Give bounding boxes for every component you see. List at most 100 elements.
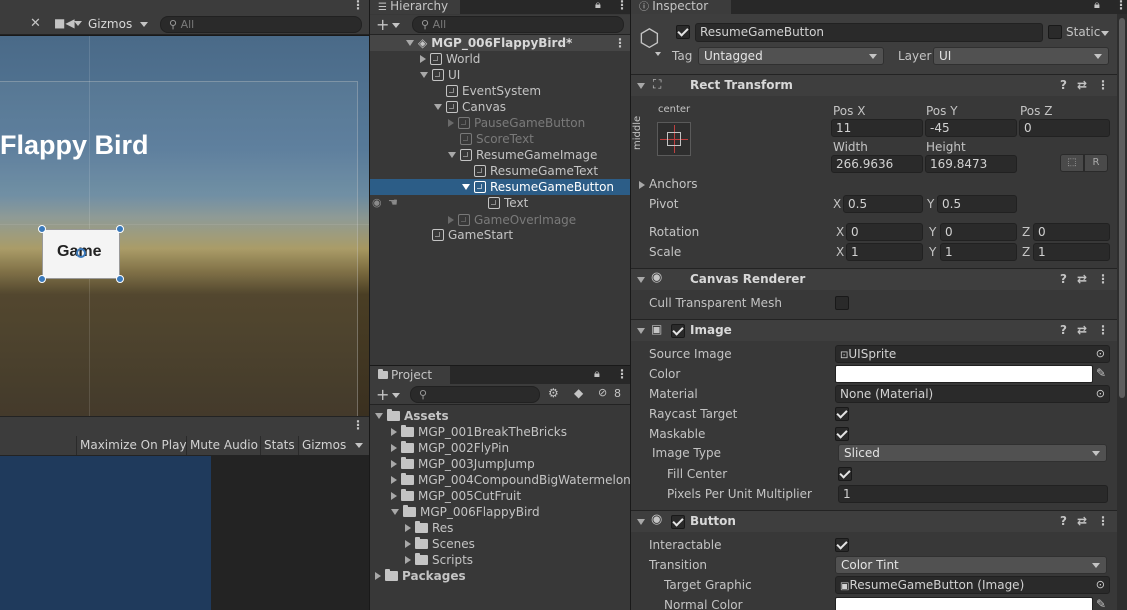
target-graphic-field[interactable]: ▣ResumeGameButton (Image) ⊙	[835, 576, 1110, 594]
expand-icon[interactable]	[391, 428, 397, 436]
tag-dropdown[interactable]: Untagged	[698, 47, 884, 65]
hierarchy-item-resumegamebutton[interactable]: ResumeGameButton	[370, 179, 630, 195]
scene-resume-button[interactable]: Game	[42, 229, 120, 279]
image-enabled-checkbox[interactable]	[671, 324, 685, 338]
filter-by-type-icon[interactable]: ⚙	[548, 386, 559, 400]
expand-icon[interactable]	[448, 152, 456, 158]
project-item-mgp001[interactable]: MGP_001BreakTheBricks	[391, 424, 567, 440]
expand-icon[interactable]	[405, 524, 411, 532]
project-tab[interactable]: Project	[370, 366, 450, 384]
stats-button[interactable]: Stats	[260, 436, 298, 455]
hierarchy-item-eventsystem[interactable]: EventSystem	[370, 83, 630, 99]
expand-icon[interactable]	[391, 492, 397, 500]
fill-center-checkbox[interactable]	[838, 467, 852, 481]
inspector-tab[interactable]: ⓘ Inspector	[631, 0, 731, 14]
project-item-mgp004[interactable]: MGP_004CompoundBigWatermelon	[391, 472, 631, 488]
collapse-icon[interactable]	[637, 328, 645, 334]
static-checkbox[interactable]	[1048, 25, 1062, 39]
pivot-y-field[interactable]: 0.5	[937, 195, 1017, 213]
canvas-renderer-header[interactable]: ◉ Canvas Renderer ? ⇄ ⋮	[631, 268, 1117, 290]
project-add-dropdown-icon[interactable]	[392, 393, 400, 398]
game-menu-icon[interactable]: ⋮	[352, 418, 364, 432]
object-name-input[interactable]: ResumeGameButton	[695, 23, 1043, 42]
project-item-mgp006[interactable]: MGP_006FlappyBird	[391, 504, 540, 520]
anchors-expand-icon[interactable]	[639, 181, 645, 189]
component-menu-icon[interactable]: ⋮	[1097, 78, 1109, 92]
hierarchy-item-canvas[interactable]: Canvas	[370, 99, 630, 115]
layer-dropdown[interactable]: UI	[933, 47, 1109, 65]
rotation-y-field[interactable]: 0	[940, 223, 1017, 241]
hierarchy-item-ui[interactable]: UI	[370, 67, 630, 83]
game-gizmos-dropdown-icon[interactable]	[355, 443, 363, 448]
source-image-field[interactable]: ⊡UISprite ⊙	[835, 345, 1110, 363]
component-menu-icon[interactable]: ⋮	[1097, 323, 1109, 337]
hierarchy-item-resumegametext[interactable]: ResumeGameText	[370, 163, 630, 179]
hierarchy-item-world[interactable]: World	[370, 51, 630, 67]
expand-icon[interactable]	[406, 40, 414, 46]
expand-icon[interactable]	[448, 119, 454, 127]
button-header[interactable]: ◉ Button ? ⇄ ⋮	[631, 510, 1117, 532]
collapse-icon[interactable]	[637, 519, 645, 525]
project-search-input[interactable]: ⚲	[410, 386, 540, 403]
width-field[interactable]: 266.9636	[831, 155, 923, 173]
raycast-target-checkbox[interactable]	[835, 407, 849, 421]
help-icon[interactable]: ?	[1060, 323, 1067, 337]
hierarchy-lock-icon[interactable]: 🔒︎	[595, 0, 601, 12]
expand-icon[interactable]	[462, 184, 470, 190]
help-icon[interactable]: ?	[1060, 272, 1067, 286]
eyedropper-icon[interactable]: ✎	[1096, 597, 1106, 610]
transition-dropdown[interactable]: Color Tint	[835, 556, 1107, 574]
object-picker-icon[interactable]: ⊙	[1096, 346, 1105, 362]
expand-icon[interactable]	[375, 572, 381, 580]
pos-y-field[interactable]: -45	[925, 119, 1017, 137]
object-picker-icon[interactable]: ⊙	[1096, 577, 1105, 593]
rect-handle-bl[interactable]	[38, 275, 46, 283]
anchors-label[interactable]: Anchors	[649, 177, 698, 191]
hidden-packages-icon[interactable]: ⊘	[598, 386, 607, 399]
expand-icon[interactable]	[420, 72, 428, 78]
project-item-packages[interactable]: Packages	[375, 568, 466, 584]
scale-z-field[interactable]: 1	[1033, 243, 1110, 261]
expand-icon[interactable]	[405, 556, 411, 564]
rect-handle-br[interactable]	[116, 275, 124, 283]
hierarchy-item-scoretext[interactable]: ScoreText	[370, 131, 630, 147]
expand-icon[interactable]	[448, 216, 454, 224]
component-menu-icon[interactable]: ⋮	[1097, 272, 1109, 286]
expand-icon[interactable]	[375, 413, 383, 419]
image-header[interactable]: ▣ Image ? ⇄ ⋮	[631, 319, 1117, 341]
expand-icon[interactable]	[391, 444, 397, 452]
expand-icon[interactable]	[420, 55, 426, 63]
material-field[interactable]: None (Material) ⊙	[835, 385, 1110, 403]
gizmos-dropdown-icon[interactable]	[140, 22, 148, 27]
project-item-res[interactable]: Res	[405, 520, 453, 536]
camera-icon[interactable]: ■◀	[54, 16, 75, 30]
expand-icon[interactable]	[391, 460, 397, 468]
game-viewport[interactable]	[0, 456, 369, 610]
cull-mesh-checkbox[interactable]	[835, 296, 849, 310]
hierarchy-menu-icon[interactable]: ⋮	[616, 0, 628, 12]
help-icon[interactable]: ?	[1060, 78, 1067, 92]
rect-handle-tl[interactable]	[38, 225, 46, 233]
hierarchy-search-input[interactable]: ⚲ All	[412, 16, 624, 33]
collapse-icon[interactable]	[637, 277, 645, 283]
pivot-x-field[interactable]: 0.5	[843, 195, 923, 213]
inspector-lock-icon[interactable]: 🔒︎	[1094, 0, 1100, 12]
expand-icon[interactable]	[434, 104, 442, 110]
game-gizmos-button[interactable]: Gizmos	[298, 436, 349, 455]
project-item-mgp002[interactable]: MGP_002FlyPin	[391, 440, 509, 456]
inspector-scrollbar[interactable]	[1117, 14, 1127, 610]
hierarchy-tab[interactable]: ☰ Hierarchy	[370, 0, 460, 14]
hierarchy-add-dropdown-icon[interactable]	[392, 23, 400, 28]
expand-icon[interactable]	[391, 509, 399, 515]
interactable-checkbox[interactable]	[835, 538, 849, 552]
project-item-mgp005[interactable]: MGP_005CutFruit	[391, 488, 521, 504]
project-item-assets[interactable]: Assets	[375, 408, 449, 424]
active-checkbox[interactable]	[676, 25, 690, 39]
scene-search-input[interactable]: ⚲ All	[160, 16, 362, 33]
scale-y-field[interactable]: 1	[940, 243, 1017, 261]
anchor-preset-widget[interactable]	[657, 122, 691, 156]
scene-row-menu-icon[interactable]: ⋮	[614, 35, 626, 51]
rotation-x-field[interactable]: 0	[846, 223, 923, 241]
project-item-scenes[interactable]: Scenes	[405, 536, 475, 552]
mute-audio-button[interactable]: Mute Audio	[186, 436, 261, 455]
